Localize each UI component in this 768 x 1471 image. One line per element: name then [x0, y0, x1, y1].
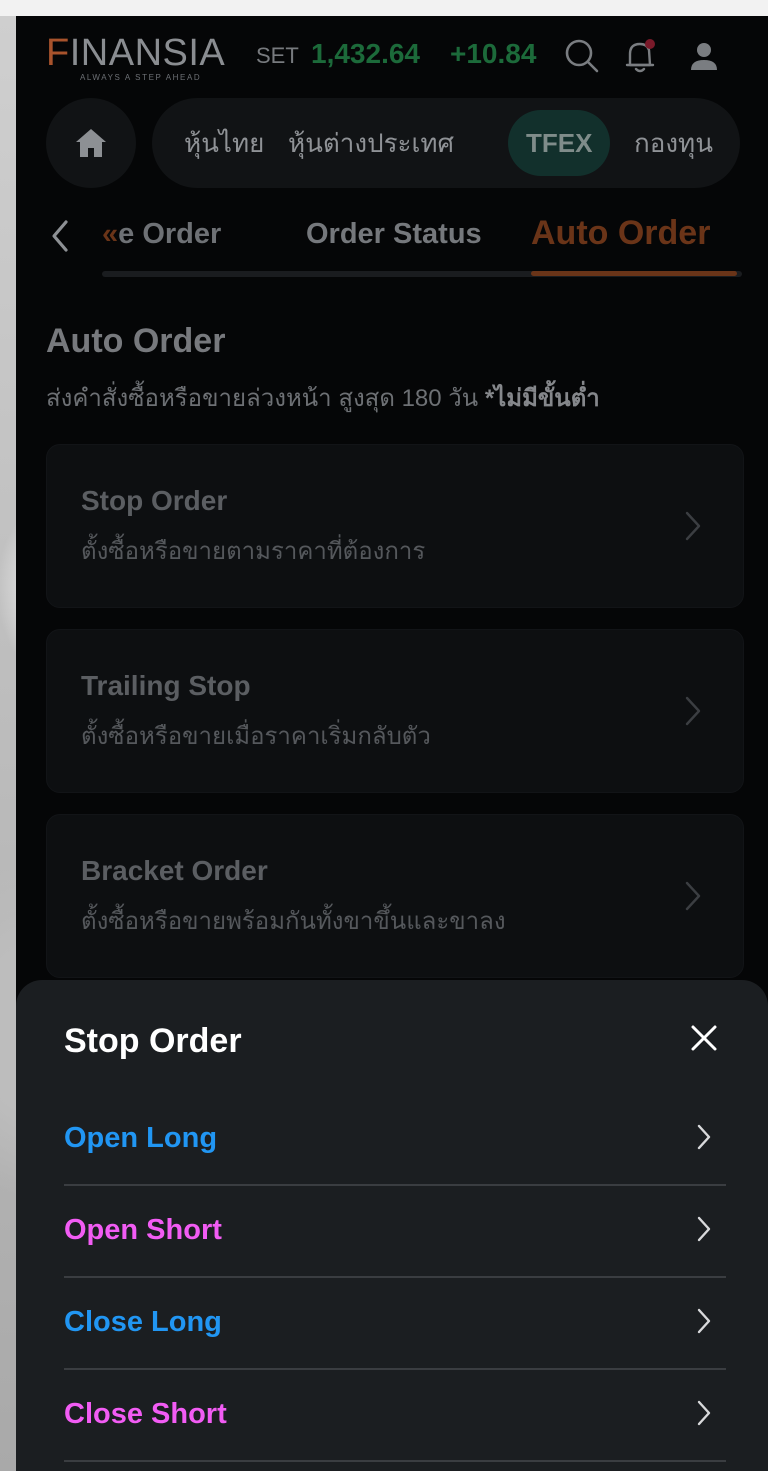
option-label: Open Long — [64, 1122, 218, 1154]
tab-order-status[interactable]: Order Status — [306, 218, 482, 251]
card-description: ตั้งซื้อหรือขายเมื่อราคาเริ่มกลับตัว — [81, 723, 431, 750]
search-icon[interactable] — [562, 36, 602, 76]
card-trailing-stop[interactable]: Trailing Stop ตั้งซื้อหรือขายเมื่อราคาเร… — [46, 629, 744, 793]
chevron-right-icon — [685, 881, 701, 911]
index-value: 1,432.64 — [311, 38, 420, 69]
top-header: FINANSIA ALWAYS A STEP AHEAD SET 1,432.6… — [16, 16, 768, 96]
option-open-long[interactable]: Open Long — [64, 1092, 726, 1186]
option-close-short[interactable]: Close Short — [64, 1368, 726, 1462]
finansia-logo[interactable]: FINANSIA ALWAYS A STEP AHEAD — [46, 34, 246, 86]
chevron-right-icon — [685, 696, 701, 726]
logo-wordmark: INANSIA — [69, 32, 226, 74]
section-description-text: ส่งคำสั่งซื้อหรือขายล่วงหน้า สูงสุด 180 … — [46, 385, 485, 412]
sheet-title: Stop Order — [64, 1022, 242, 1060]
tab-funds[interactable]: กองทุน — [634, 98, 713, 188]
home-button[interactable] — [46, 98, 136, 188]
card-title: Stop Order — [81, 485, 228, 516]
market-tabs: หุ้นไทย หุ้นต่างประเทศ TFEX กองทุน — [152, 98, 740, 188]
card-description: ตั้งซื้อหรือขายพร้อมกันทั้งขาขึ้นและขาลง — [81, 908, 506, 935]
index-change: +10.84 — [450, 38, 537, 69]
card-title: Trailing Stop — [81, 670, 251, 701]
tab-partial-label: e Order — [118, 218, 222, 250]
chevron-right-icon — [697, 1400, 711, 1426]
logo-letter: F — [46, 32, 70, 74]
chevron-left-icon[interactable] — [46, 216, 74, 256]
order-subnav: «e Order Order Status Auto Order — [16, 202, 768, 282]
home-icon — [76, 129, 106, 157]
chevron-right-icon — [697, 1308, 711, 1334]
index-label: SET — [256, 43, 299, 68]
market-selector: หุ้นไทย หุ้นต่างประเทศ TFEX กองทุน — [46, 98, 746, 190]
double-chevron-icon: « — [102, 218, 119, 250]
tab-partial-order[interactable]: «e Order — [102, 218, 221, 251]
user-icon[interactable] — [684, 36, 724, 76]
option-open-short[interactable]: Open Short — [64, 1184, 726, 1278]
tab-tfex[interactable]: TFEX — [508, 110, 611, 176]
tab-thai-stocks[interactable]: หุ้นไทย — [184, 98, 264, 188]
chevron-right-icon — [697, 1216, 711, 1242]
notification-dot — [645, 39, 655, 49]
option-label: Open Short — [64, 1214, 222, 1246]
chevron-right-icon — [685, 511, 701, 541]
chevron-right-icon — [697, 1124, 711, 1150]
bell-icon[interactable] — [620, 36, 660, 76]
stop-order-sheet: Stop Order Open Long Open Short Close Lo… — [16, 980, 768, 1471]
card-title: Bracket Order — [81, 855, 268, 886]
section-title: Auto Order — [46, 322, 226, 360]
section-emphasis: *ไม่มีขั้นต่ำ — [484, 385, 600, 412]
card-bracket-order[interactable]: Bracket Order ตั้งซื้อหรือขายพร้อมกันทั้… — [46, 814, 744, 978]
section-description: ส่งคำสั่งซื้อหรือขายล่วงหน้า สูงสุด 180 … — [46, 378, 600, 417]
card-description: ตั้งซื้อหรือขายตามราคาที่ต้องการ — [81, 538, 426, 565]
option-label: Close Short — [64, 1398, 227, 1430]
tab-auto-order[interactable]: Auto Order — [531, 214, 710, 253]
card-stop-order[interactable]: Stop Order ตั้งซื้อหรือขายตามราคาที่ต้อง… — [46, 444, 744, 608]
close-icon[interactable] — [686, 1020, 722, 1056]
active-tab-indicator — [531, 271, 737, 276]
option-label: Close Long — [64, 1306, 222, 1338]
logo-tagline: ALWAYS A STEP AHEAD — [80, 73, 202, 82]
option-close-long[interactable]: Close Long — [64, 1276, 726, 1370]
tab-foreign-stocks[interactable]: หุ้นต่างประเทศ — [288, 98, 454, 188]
